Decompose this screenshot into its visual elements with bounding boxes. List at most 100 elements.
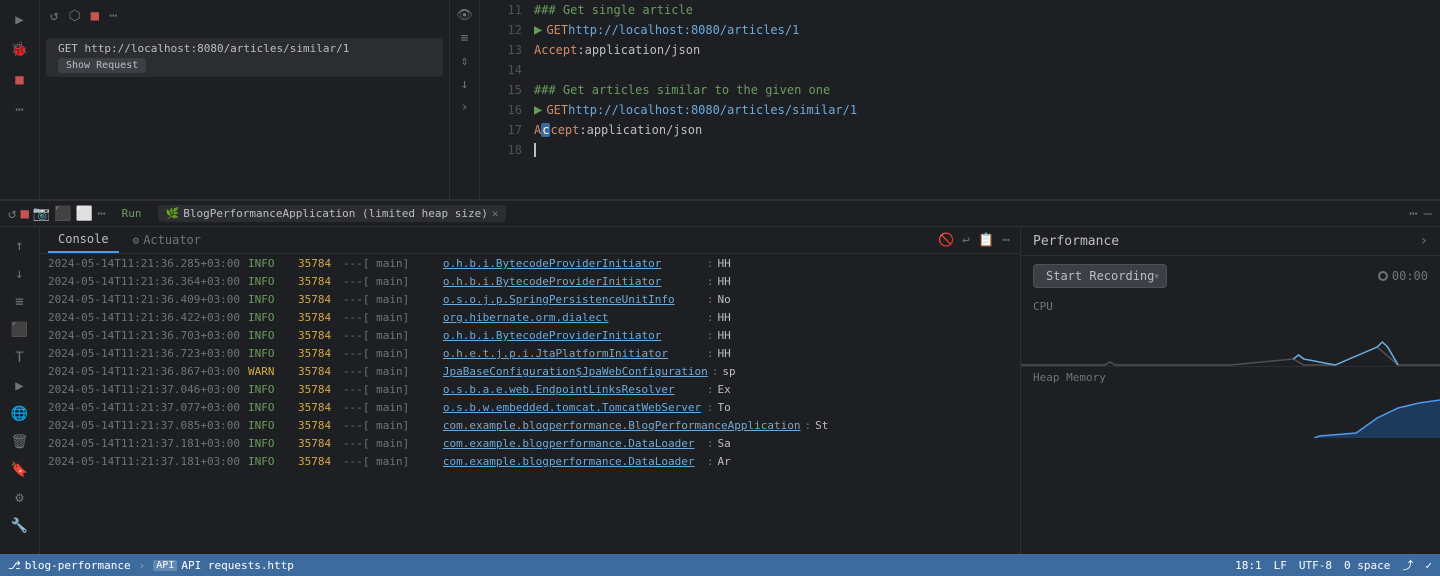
console-toolbar-right: 🚫 ↩ 📋 ⋯ <box>936 231 1012 250</box>
log-line: 2024-05-14T11:21:37.077+03:00 INFO 35784… <box>40 400 1020 418</box>
expand-icon[interactable]: ⇕ <box>459 52 471 71</box>
log-line: 2024-05-14T11:21:37.181+03:00 INFO 35784… <box>40 436 1020 454</box>
down-arrow-icon[interactable]: ↓ <box>12 263 26 285</box>
editor-right-toolbar: 👁 ≡ ⇕ ↓ › <box>450 0 480 199</box>
file-name: API requests.http <box>181 559 294 572</box>
bottom-panel: ↺ ■ 📷 ⬛ ⬜ ⋯ Run 🌿 BlogPerformanceApplica… <box>0 200 1440 554</box>
text-cursor <box>534 143 536 157</box>
text-icon[interactable]: T <box>12 347 26 369</box>
log-line: 2024-05-14T11:21:37.046+03:00 INFO 35784… <box>40 382 1020 400</box>
copy-icon[interactable]: 📋 <box>976 231 996 250</box>
log-line: 2024-05-14T11:21:36.422+03:00 INFO 35784… <box>40 310 1020 328</box>
cpu-section-header: CPU <box>1021 296 1440 317</box>
cpu-chart <box>1021 317 1440 367</box>
layout2-icon[interactable]: ⬛ <box>8 319 31 341</box>
http-panel-content: GET http://localhost:8080/articles/simil… <box>40 32 449 199</box>
open-in-browser-icon[interactable]: ⬡ <box>66 6 82 26</box>
globe-icon[interactable]: 🌐 <box>8 403 31 425</box>
bottom-left-bar: ↑ ↓ ≡ ⬛ T ▶ 🌐 🗑 🔖 ⚙ 🔧 <box>0 227 40 554</box>
stop-icon[interactable]: ■ <box>8 68 32 92</box>
log-line: 2024-05-14T11:21:37.085+03:00 INFO 35784… <box>40 418 1020 436</box>
status-file-path[interactable]: API API requests.http <box>153 559 294 572</box>
restart-icon[interactable]: ↺ <box>8 206 16 222</box>
indentation[interactable]: 0 space <box>1344 559 1390 572</box>
console-area: ↑ ↓ ≡ ⬛ T ▶ 🌐 🗑 🔖 ⚙ 🔧 Console ⚙ Actuator <box>0 227 1440 554</box>
stop-run-icon[interactable]: ■ <box>20 206 28 222</box>
run-debug-icon[interactable]: ▶ <box>8 8 32 32</box>
cpu-label: CPU <box>1033 300 1428 313</box>
status-bar: ⎇ blog-performance › API API requests.ht… <box>0 554 1440 576</box>
console-logs: 2024-05-14T11:21:36.285+03:00 INFO 35784… <box>40 254 1020 554</box>
more-icon[interactable]: ⋯ <box>8 98 32 122</box>
stop-btn[interactable]: ■ <box>89 6 101 26</box>
eye-icon[interactable]: 👁 <box>454 6 475 25</box>
log-line: 2024-05-14T11:21:36.723+03:00 INFO 35784… <box>40 346 1020 364</box>
run-bar: ↺ ■ 📷 ⬛ ⬜ ⋯ Run 🌿 BlogPerformanceApplica… <box>0 201 1440 227</box>
up-arrow-icon[interactable]: ↑ <box>12 235 26 257</box>
cursor-position[interactable]: 18:1 <box>1235 559 1262 572</box>
start-recording-button[interactable]: Start Recording ▾ <box>1033 264 1167 288</box>
heap-label: Heap Memory <box>1033 371 1428 384</box>
recording-time: 00:00 <box>1378 269 1428 283</box>
more-run-icon[interactable]: ⋯ <box>97 206 105 222</box>
log-line: 2024-05-14T11:21:36.703+03:00 INFO 35784… <box>40 328 1020 346</box>
bookmark-icon[interactable]: 🔖 <box>8 459 31 481</box>
dropdown-arrow-icon: ▾ <box>1153 269 1160 283</box>
leaf-icon: 🌿 <box>166 207 180 220</box>
check-icon[interactable]: ✓ <box>1425 559 1432 572</box>
settings-icon[interactable]: ⚙ <box>12 487 26 509</box>
tools-icon[interactable]: 🔧 <box>8 515 31 537</box>
share-icon[interactable]: ⤴ <box>1402 557 1413 573</box>
record-icon[interactable]: ⬛ <box>54 206 71 222</box>
download-icon[interactable]: ↓ <box>459 75 471 94</box>
console-tabs: Console ⚙ Actuator 🚫 ↩ 📋 ⋯ <box>40 227 1020 254</box>
screenshot-icon[interactable]: 📷 <box>33 206 50 222</box>
debug-icon[interactable]: 🐞 <box>8 38 32 62</box>
refresh-icon[interactable]: ↺ <box>48 6 60 26</box>
recording-dot-icon <box>1378 271 1388 281</box>
run-bar-right: ⋯ — <box>1409 206 1432 222</box>
more-icon-right[interactable]: ⋯ <box>1409 206 1417 222</box>
minimize-icon[interactable]: — <box>1424 206 1432 222</box>
run-tab[interactable]: Run <box>114 205 150 222</box>
run-line-16[interactable]: ▶ <box>534 102 542 118</box>
code-line-16: 16 ▶ GET http://localhost:8080/articles/… <box>480 100 1440 120</box>
code-editor[interactable]: 11 ### Get single article 12 ▶ GET http:… <box>480 0 1440 199</box>
run-line-12[interactable]: ▶ <box>534 22 542 38</box>
status-branch[interactable]: ⎇ blog-performance <box>8 559 131 572</box>
actuator-icon: ⚙ <box>133 234 140 247</box>
run-label: ↺ ■ 📷 ⬛ ⬜ ⋯ <box>8 206 106 222</box>
code-line-11: 11 ### Get single article <box>480 0 1440 20</box>
trash-icon[interactable]: 🗑 <box>8 431 32 453</box>
perf-recording: Start Recording ▾ 00:00 <box>1021 256 1440 296</box>
recording-time-display: 00:00 <box>1392 269 1428 283</box>
more-console-icon[interactable]: ⋯ <box>1000 231 1012 250</box>
console-panel: Console ⚙ Actuator 🚫 ↩ 📋 ⋯ <box>40 227 1020 554</box>
perf-expand-icon[interactable]: › <box>1420 233 1428 249</box>
perf-title: Performance <box>1033 234 1420 249</box>
tab-close-icon[interactable]: ✕ <box>492 207 499 220</box>
app-run-tab[interactable]: 🌿 BlogPerformanceApplication (limited he… <box>158 205 507 222</box>
show-request-btn[interactable]: Show Request <box>58 58 146 73</box>
http-request-text: GET http://localhost:8080/articles/simil… <box>58 42 431 55</box>
editor-area: ▶ 🐞 ■ ⋯ ↺ ⬡ ■ ⋯ GET http://localhost:808… <box>0 0 1440 200</box>
chevron-right-icon[interactable]: › <box>459 98 471 117</box>
log-line: 2024-05-14T11:21:37.181+03:00 INFO 35784… <box>40 454 1020 472</box>
api-icon: API <box>153 560 177 571</box>
wrap-icon[interactable]: ↩ <box>960 231 972 250</box>
play-icon[interactable]: ▶ <box>12 375 26 397</box>
file-encoding[interactable]: UTF-8 <box>1299 559 1332 572</box>
app-name-label: BlogPerformanceApplication (limited heap… <box>183 207 488 220</box>
layout-icon[interactable]: ≡ <box>459 29 471 48</box>
run-icon2[interactable]: ⬜ <box>76 206 93 222</box>
start-recording-label: Start Recording <box>1046 269 1154 283</box>
clear-icon[interactable]: 🚫 <box>936 231 956 250</box>
filter-icon[interactable]: ≡ <box>12 291 26 313</box>
tab-actuator[interactable]: ⚙ Actuator <box>123 228 211 252</box>
line-ending[interactable]: LF <box>1274 559 1287 572</box>
branch-name: blog-performance <box>25 559 131 572</box>
code-line-14: 14 <box>480 60 1440 80</box>
more-options-icon[interactable]: ⋯ <box>107 6 119 26</box>
http-request-item: GET http://localhost:8080/articles/simil… <box>46 38 443 77</box>
tab-console[interactable]: Console <box>48 227 119 253</box>
